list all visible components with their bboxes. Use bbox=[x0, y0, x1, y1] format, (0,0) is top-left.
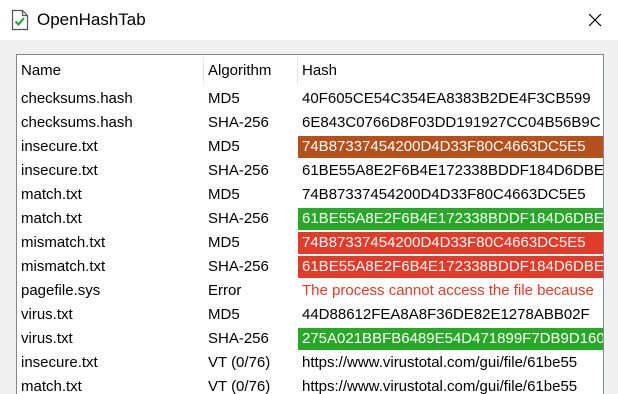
file-name-cell: match.txt bbox=[21, 378, 82, 394]
hash-cell: 74B87337454200D4D33F80C4663DC5E5 bbox=[298, 232, 603, 254]
column-header-algorithm[interactable]: Algorithm bbox=[204, 55, 297, 87]
table-row[interactable]: checksums.hash MD5 40F605CE54C354EA8383B2D… bbox=[17, 87, 603, 111]
table-row[interactable]: match.txt VT (0/76) https://www.virustotal… bbox=[17, 375, 603, 394]
algorithm-cell: SHA-256 bbox=[208, 330, 269, 347]
table-row[interactable]: mismatch.txt SHA-256 61BE55A8E2F6B4E172338… bbox=[17, 255, 603, 279]
file-name-cell: virus.txt bbox=[21, 330, 73, 347]
table-row[interactable]: virus.txt SHA-256 275A021BBFB6489E54D47189… bbox=[17, 327, 603, 351]
hash-cell: https://www.virustotal.com/gui/file/61be… bbox=[302, 354, 578, 371]
file-name-cell: mismatch.txt bbox=[21, 234, 106, 251]
file-name-cell: virus.txt bbox=[21, 306, 73, 323]
hash-cell: https://www.virustotal.com/gui/file/61be… bbox=[302, 378, 578, 394]
table-row[interactable]: insecure.txt SHA-256 61BE55A8E2F6B4E172338… bbox=[17, 159, 603, 183]
close-icon bbox=[588, 13, 602, 27]
algorithm-cell: VT (0/76) bbox=[208, 378, 271, 394]
algorithm-cell: SHA-256 bbox=[208, 162, 269, 179]
document-check-icon bbox=[11, 9, 29, 31]
algorithm-cell: MD5 bbox=[208, 186, 240, 203]
file-name-cell: insecure.txt bbox=[21, 354, 98, 371]
hash-cell: 44D88612FEA8A8F36DE82E1278ABB02F bbox=[302, 306, 590, 323]
algorithm-cell: SHA-256 bbox=[208, 210, 269, 227]
hash-cell: 61BE55A8E2F6B4E172338BDDF184D6DBE bbox=[302, 162, 603, 179]
vertical-scrollbar[interactable] bbox=[601, 87, 603, 394]
file-name-cell: mismatch.txt bbox=[21, 258, 106, 275]
hash-cell: The process cannot access the file becau… bbox=[302, 282, 594, 299]
algorithm-cell: Error bbox=[208, 282, 242, 299]
hash-cell: 61BE55A8E2F6B4E172338BDDF184D6DBE bbox=[298, 256, 603, 278]
file-name-cell: checksums.hash bbox=[21, 90, 133, 107]
algorithm-cell: SHA-256 bbox=[208, 258, 269, 275]
file-name-cell: match.txt bbox=[21, 186, 82, 203]
algorithm-cell: MD5 bbox=[208, 138, 240, 155]
algorithm-cell: MD5 bbox=[208, 90, 240, 107]
file-name-cell: checksums.hash bbox=[21, 114, 133, 131]
table-row[interactable]: mismatch.txt MD5 74B87337454200D4D33F80C46… bbox=[17, 231, 603, 255]
algorithm-cell: MD5 bbox=[208, 306, 240, 323]
column-header-hash[interactable]: Hash bbox=[298, 55, 603, 87]
dialog-body: Name Algorithm Hash checksums.hash MD5 40F… bbox=[0, 40, 618, 394]
table-row[interactable]: insecure.txt VT (0/76) https://www.virusto… bbox=[17, 351, 603, 375]
hash-cell: 275A021BBFB6489E54D471899F7DB9D160 bbox=[298, 328, 603, 350]
list-rows: checksums.hash MD5 40F605CE54C354EA8383B2D… bbox=[17, 87, 603, 394]
close-button[interactable] bbox=[572, 0, 618, 40]
column-header-name[interactable]: Name bbox=[17, 55, 203, 87]
table-row[interactable]: match.txt MD5 74B87337454200D4D33F80C4663D… bbox=[17, 183, 603, 207]
file-name-cell: pagefile.sys bbox=[21, 282, 101, 299]
hash-cell: 6E843C0766D8F03DD191927CC04B56B9C bbox=[302, 114, 601, 131]
algorithm-cell: SHA-256 bbox=[208, 114, 269, 131]
file-name-cell: insecure.txt bbox=[21, 162, 98, 179]
algorithm-cell: VT (0/76) bbox=[208, 354, 271, 371]
hash-cell: 40F605CE54C354EA8383B2DE4F3CB599 bbox=[302, 90, 591, 107]
hash-cell: 74B87337454200D4D33F80C4663DC5E5 bbox=[298, 136, 603, 158]
table-row[interactable]: checksums.hash SHA-256 6E843C0766D8F03DD19… bbox=[17, 111, 603, 135]
window-title: OpenHashTab bbox=[37, 10, 146, 29]
title-bar: OpenHashTab bbox=[0, 0, 618, 40]
algorithm-cell: MD5 bbox=[208, 234, 240, 251]
table-row[interactable]: match.txt SHA-256 61BE55A8E2F6B4E172338BDD… bbox=[17, 207, 603, 231]
file-name-cell: insecure.txt bbox=[21, 138, 98, 155]
hash-list[interactable]: Name Algorithm Hash checksums.hash MD5 40F… bbox=[16, 54, 604, 394]
file-name-cell: match.txt bbox=[21, 210, 82, 227]
table-row[interactable]: insecure.txt MD5 74B87337454200D4D33F80C46… bbox=[17, 135, 603, 159]
table-row[interactable]: pagefile.sys Error The process cannot acce… bbox=[17, 279, 603, 303]
hash-cell: 61BE55A8E2F6B4E172338BDDF184D6DBE bbox=[298, 208, 603, 230]
list-header: Name Algorithm Hash bbox=[17, 55, 603, 87]
table-row[interactable]: virus.txt MD5 44D88612FEA8A8F36DE82E1278AB… bbox=[17, 303, 603, 327]
hash-cell: 74B87337454200D4D33F80C4663DC5E5 bbox=[302, 186, 586, 203]
